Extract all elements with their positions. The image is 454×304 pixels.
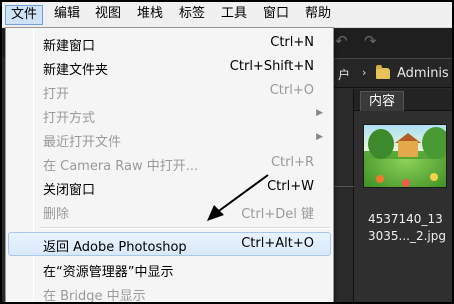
menu-item-show-in-explorer[interactable]: 在“资源管理器”中显示 xyxy=(8,257,331,281)
menu-item-label: 在 Bridge 中显示 xyxy=(43,289,146,304)
menu-file[interactable]: 文件 xyxy=(5,5,44,25)
thumbnail-caption-line2: 3035..._2.jpg xyxy=(368,229,446,243)
folder-icon xyxy=(376,65,390,79)
menu-item-open[interactable]: 打开 Ctrl+O xyxy=(8,79,331,103)
menu-view[interactable]: 视图 xyxy=(90,5,126,25)
menu-help[interactable]: 帮助 xyxy=(300,5,336,25)
submenu-arrow-icon: ▶ xyxy=(316,108,323,118)
menu-item-label: 新建窗口 xyxy=(43,39,96,54)
menu-stacks[interactable]: 堆栈 xyxy=(132,5,168,25)
menu-item-shortcut: Ctrl+Shift+N xyxy=(229,59,314,74)
tab-content[interactable]: 内容 xyxy=(360,91,404,111)
menu-item-label: 返回 Adobe Photoshop xyxy=(43,240,187,255)
thumbnail-caption[interactable]: 4537140_13 3035..._2.jpg xyxy=(368,211,452,245)
menu-edit[interactable]: 编辑 xyxy=(49,5,85,25)
path-segment-user[interactable]: 户 xyxy=(338,66,350,83)
menu-item-label: 打开方式 xyxy=(43,111,96,126)
redo-icon[interactable]: ↷ xyxy=(364,32,377,50)
menu-item-shortcut: Ctrl+W xyxy=(267,179,314,194)
menu-item-label: 新建文件夹 xyxy=(43,63,109,78)
menu-item-label: 打开 xyxy=(43,87,70,102)
menu-item-shortcut: Ctrl+O xyxy=(269,83,314,98)
thumbnail-caption-line1: 4537140_13 xyxy=(368,212,443,226)
menu-item-label: 删除 xyxy=(43,207,70,222)
menu-bar: 文件 编辑 视图 堆栈 标签 工具 窗口 帮助 xyxy=(0,0,454,28)
menu-item-label: 关闭窗口 xyxy=(43,183,96,198)
menu-item-shortcut: Ctrl+Del 键 xyxy=(241,207,314,222)
menu-window[interactable]: 窗口 xyxy=(258,5,294,25)
menu-tools[interactable]: 工具 xyxy=(216,5,252,25)
menu-item-label: 最近打开文件 xyxy=(43,135,122,150)
menu-label[interactable]: 标签 xyxy=(174,5,210,25)
undo-icon[interactable]: ↶ xyxy=(335,32,348,50)
menu-item-close-window[interactable]: 关闭窗口 Ctrl+W xyxy=(8,175,331,199)
menu-item-show-in-bridge[interactable]: 在 Bridge 中显示 xyxy=(8,281,331,304)
submenu-arrow-icon: ▶ xyxy=(316,132,323,142)
menu-item-shortcut: Ctrl+R xyxy=(270,155,314,170)
menu-item-return-photoshop[interactable]: 返回 Adobe Photoshop Ctrl+Alt+O xyxy=(8,232,331,256)
menu-item-open-with[interactable]: 打开方式 ▶ xyxy=(8,103,331,127)
menu-item-delete[interactable]: 删除 Ctrl+Del 键 xyxy=(8,199,331,223)
menu-item-label: 在“资源管理器”中显示 xyxy=(43,265,174,280)
menu-item-recent-files[interactable]: 最近打开文件 ▶ xyxy=(8,127,331,151)
menu-item-new-folder[interactable]: 新建文件夹 Ctrl+Shift+N xyxy=(8,55,331,79)
image-thumbnail[interactable] xyxy=(363,124,447,188)
menu-item-label: 在 Camera Raw 中打开... xyxy=(43,159,199,174)
menu-item-shortcut: Ctrl+Alt+O xyxy=(241,236,314,251)
path-segment-folder[interactable]: Adminis xyxy=(397,66,449,81)
menu-item-new-window[interactable]: 新建窗口 Ctrl+N xyxy=(8,31,331,55)
menu-item-open-camera-raw[interactable]: 在 Camera Raw 中打开... Ctrl+R xyxy=(8,151,331,175)
menu-separator xyxy=(40,227,330,229)
path-separator: › xyxy=(362,66,367,79)
file-menu-dropdown: 新建窗口 Ctrl+N 新建文件夹 Ctrl+Shift+N 打开 Ctrl+O… xyxy=(5,27,334,304)
menu-item-shortcut: Ctrl+N xyxy=(270,35,314,50)
